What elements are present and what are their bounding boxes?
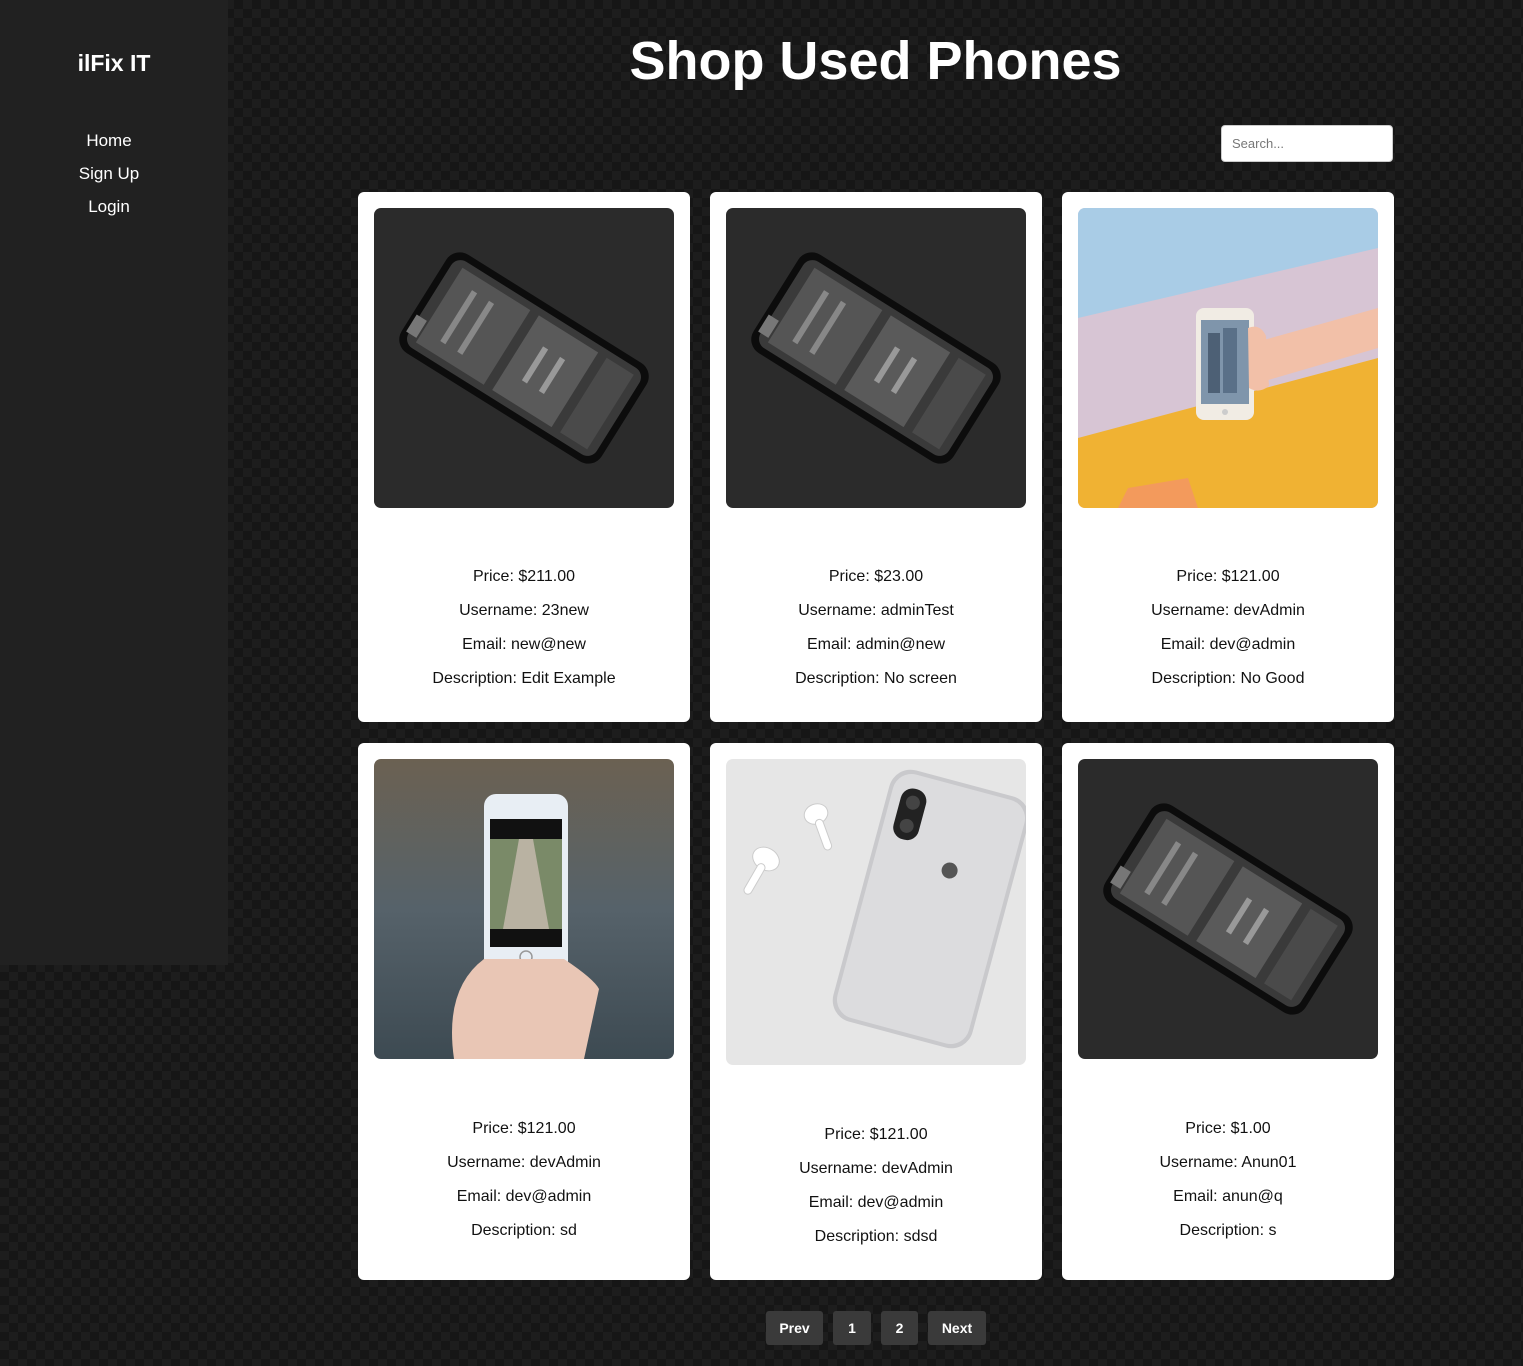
listing-card[interactable]: Price: $121.00 Username: devAdmin Email:… (1062, 192, 1394, 722)
listing-description: Description: Edit Example (432, 670, 616, 687)
listing-price: Price: $121.00 (472, 1120, 576, 1137)
listing-username: Username: Anun01 (1159, 1154, 1297, 1171)
listing-card[interactable]: Price: $23.00 Username: adminTest Email:… (710, 192, 1042, 722)
listing-username: Username: adminTest (798, 602, 954, 619)
listing-info: Price: $23.00 Username: adminTest Email:… (710, 568, 1042, 704)
listing-price: Price: $23.00 (828, 568, 924, 585)
nav-link-home[interactable]: Home (0, 130, 218, 163)
page-title: Shop Used Phones (629, 31, 1122, 91)
sidebar: ilFix IT Home Sign Up Login (0, 0, 228, 965)
listing-info: Price: $121.00 Username: devAdmin Email:… (710, 1126, 1042, 1262)
listing-email: Email: admin@new (806, 636, 946, 653)
listing-description: Description: No Good (1151, 670, 1305, 687)
listing-card[interactable]: Price: $121.00 Username: devAdmin Email:… (358, 743, 690, 1280)
search-input[interactable] (1221, 125, 1393, 162)
hand-phone-forest-image (374, 759, 674, 1059)
listing-email: Email: dev@admin (808, 1194, 944, 1211)
listing-image[interactable] (1078, 208, 1378, 508)
listing-price: Price: $1.00 (1185, 1120, 1271, 1137)
listing-image[interactable] (726, 759, 1026, 1065)
listing-image[interactable] (1078, 759, 1378, 1059)
listing-info: Price: $1.00 Username: Anun01 Email: anu… (1062, 1120, 1394, 1256)
listing-description: Description: sdsd (814, 1228, 938, 1245)
listing-description: Description: sd (471, 1222, 577, 1239)
listing-email: Email: new@new (462, 636, 586, 653)
brand-logo-text: ilFix IT (77, 50, 151, 76)
listing-description: Description: No screen (795, 670, 957, 687)
listing-email: Email: dev@admin (456, 1188, 592, 1205)
listing-card[interactable]: Price: $121.00 Username: devAdmin Email:… (710, 743, 1042, 1280)
hand-phone-pastel-image (1078, 208, 1378, 508)
nav-link-login[interactable]: Login (0, 196, 218, 229)
listing-image[interactable] (374, 208, 674, 508)
listing-price: Price: $121.00 (1176, 568, 1280, 585)
listing-description: Description: s (1179, 1222, 1277, 1239)
phone-internals-image (1078, 759, 1378, 1059)
nav-link-sign-up[interactable]: Sign Up (0, 163, 218, 196)
sidebar-nav: Home Sign Up Login (0, 130, 218, 229)
page-2-button[interactable]: 2 (881, 1311, 918, 1345)
prev-page-button[interactable]: Prev (766, 1311, 823, 1345)
listing-email: Email: dev@admin (1160, 636, 1296, 653)
listing-username: Username: devAdmin (799, 1160, 953, 1177)
listing-info: Price: $121.00 Username: devAdmin Email:… (1062, 568, 1394, 704)
listing-price: Price: $211.00 (473, 568, 575, 585)
listing-username: Username: devAdmin (447, 1154, 601, 1171)
listing-username: Username: devAdmin (1151, 602, 1305, 619)
listing-image[interactable] (726, 208, 1026, 508)
listing-image[interactable] (374, 759, 674, 1059)
white-iphone-earbuds-image (726, 759, 1026, 1065)
listing-price: Price: $121.00 (824, 1126, 928, 1143)
listing-info: Price: $211.00 Username: 23new Email: ne… (358, 568, 690, 704)
listing-info: Price: $121.00 Username: devAdmin Email:… (358, 1120, 690, 1256)
listing-card[interactable]: Price: $211.00 Username: 23new Email: ne… (358, 192, 690, 722)
page-1-button[interactable]: 1 (833, 1311, 871, 1345)
phone-internals-image (726, 208, 1026, 508)
listing-username: Username: 23new (459, 602, 589, 619)
listing-card[interactable]: Price: $1.00 Username: Anun01 Email: anu… (1062, 743, 1394, 1280)
listing-email: Email: anun@q (1173, 1188, 1283, 1205)
next-page-button[interactable]: Next (928, 1311, 986, 1345)
phone-internals-image (374, 208, 674, 508)
